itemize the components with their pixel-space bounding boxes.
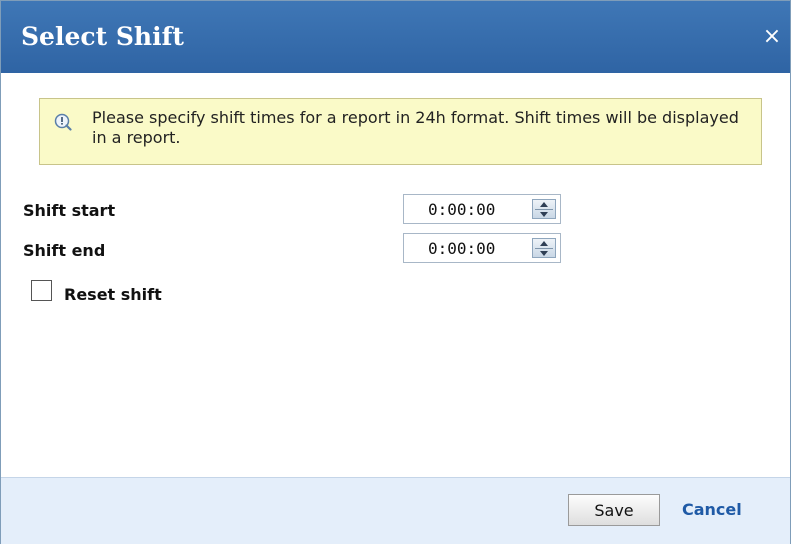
spin-up-icon[interactable] — [540, 202, 548, 207]
spinner-divider — [535, 248, 553, 249]
dialog-footer: Save Cancel — [1, 477, 790, 544]
dialog-title: Select Shift — [21, 22, 184, 51]
cancel-link[interactable]: Cancel — [682, 500, 742, 519]
shift-start-value[interactable]: 0:00:00 — [428, 200, 495, 219]
shift-start-field[interactable]: 0:00:00 — [403, 194, 561, 224]
info-notice: Please specify shift times for a report … — [39, 98, 762, 165]
shift-start-label: Shift start — [23, 201, 116, 220]
close-icon[interactable]: × — [762, 26, 782, 48]
spin-down-icon[interactable] — [540, 212, 548, 217]
spin-down-icon[interactable] — [540, 251, 548, 256]
shift-start-spinner[interactable] — [532, 199, 556, 219]
shift-end-field[interactable]: 0:00:00 — [403, 233, 561, 263]
spin-up-icon[interactable] — [540, 241, 548, 246]
dialog-titlebar: Select Shift × — [1, 1, 790, 73]
notice-text: Please specify shift times for a report … — [92, 108, 739, 147]
spinner-divider — [535, 209, 553, 210]
save-button[interactable]: Save — [568, 494, 660, 526]
shift-end-spinner[interactable] — [532, 238, 556, 258]
select-shift-dialog: Select Shift × Please specify shift time… — [0, 0, 791, 544]
shift-end-label: Shift end — [23, 241, 106, 260]
reset-shift-label[interactable]: Reset shift — [64, 285, 162, 304]
info-magnifier-icon — [54, 113, 72, 131]
reset-shift-checkbox[interactable] — [31, 280, 52, 301]
shift-end-value[interactable]: 0:00:00 — [428, 239, 495, 258]
